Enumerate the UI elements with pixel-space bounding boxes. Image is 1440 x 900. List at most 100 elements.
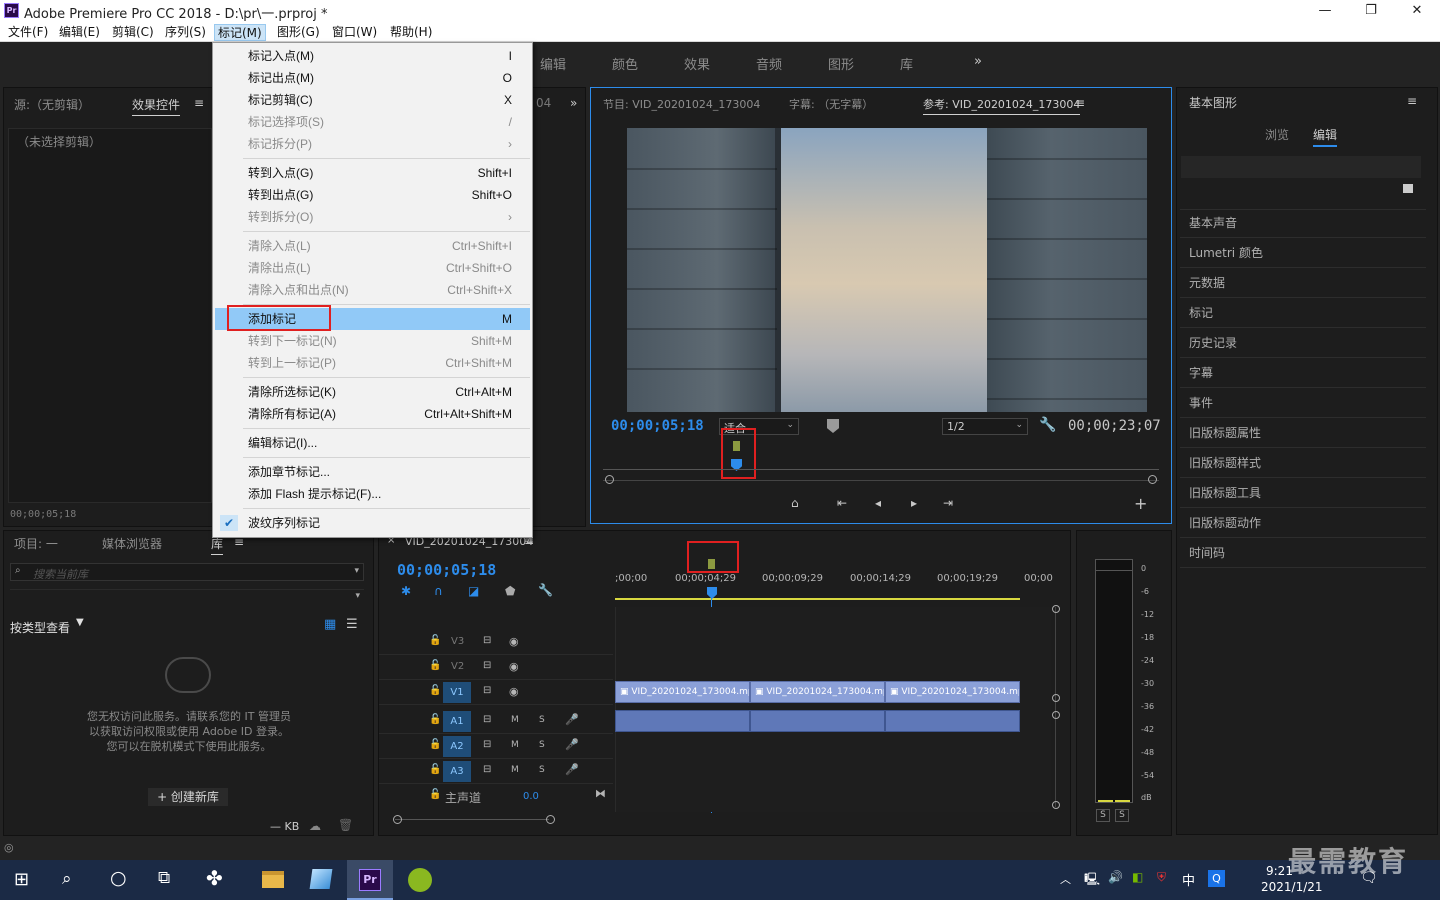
track-label-a2[interactable]: A2 — [443, 736, 471, 757]
tab-browse[interactable]: 浏览 — [1265, 126, 1289, 143]
file-explorer-icon[interactable] — [262, 871, 284, 888]
sync-icon[interactable]: ⊟ — [483, 660, 491, 671]
vertical-scrollbar[interactable] — [1055, 607, 1056, 807]
tab-source[interactable]: 源:（无剪辑） — [14, 96, 90, 113]
audio-clip[interactable] — [750, 710, 885, 732]
cloud-sync-icon[interactable]: ☁ — [309, 819, 321, 833]
menu-item-mark-split[interactable]: 标记拆分(P) › — [215, 133, 530, 155]
audio-clip[interactable] — [885, 710, 1020, 732]
panel-legacy-title-actions[interactable]: 旧版标题动作 — [1189, 514, 1261, 531]
solo-right-button[interactable]: S — [1115, 809, 1129, 822]
scroll-handle-left[interactable] — [605, 475, 614, 484]
menu-item-clear-in-out[interactable]: 清除入点和出点(N) Ctrl+Shift+X — [215, 279, 530, 301]
create-library-button[interactable]: + 创建新库 — [148, 788, 228, 806]
workspace-edit[interactable]: 编辑 — [540, 54, 566, 73]
master-navigate-icon[interactable]: ⧓ — [595, 787, 606, 800]
timeline-marker-icon[interactable]: ⬟ — [505, 584, 515, 598]
pinwheel-app-icon[interactable]: ✤ — [206, 866, 223, 890]
tab-reference[interactable]: 参考: VID_20201024_173004 — [923, 96, 1081, 115]
tab-effect-controls[interactable]: 效果控件 — [132, 96, 181, 116]
scroll-handle[interactable] — [1052, 694, 1060, 702]
workspace-effects[interactable]: 效果 — [684, 54, 710, 73]
volume-icon[interactable]: 🔊 — [1108, 870, 1123, 884]
panel-captions[interactable]: 字幕 — [1189, 364, 1213, 381]
sync-icon[interactable]: ⊟ — [483, 635, 491, 646]
close-button[interactable]: ✕ — [1394, 0, 1440, 22]
solo-button[interactable]: S — [539, 740, 545, 750]
menu-item-add-flash-cue-marker[interactable]: 添加 Flash 提示标记(F)... — [215, 483, 530, 505]
go-to-in-icon[interactable]: ⇤ — [837, 496, 847, 510]
panel-essential-sound[interactable]: 基本声音 — [1189, 214, 1237, 231]
panel-timecode[interactable]: 时间码 — [1189, 544, 1225, 561]
panel-events[interactable]: 事件 — [1189, 394, 1213, 411]
sync-icon[interactable]: ⊟ — [483, 764, 491, 775]
task-view-icon[interactable]: ⧉ — [158, 868, 170, 888]
menu-marker[interactable]: 标记(M) — [214, 24, 266, 41]
menu-item-go-to-in[interactable]: 转到入点(G) Shift+I — [215, 162, 530, 184]
tab-overflow-icon[interactable]: » — [570, 96, 577, 110]
eye-icon[interactable]: ◉ — [509, 660, 519, 673]
menu-sequence[interactable]: 序列(S) — [162, 24, 209, 41]
lock-icon[interactable]: 🔓 — [429, 764, 441, 775]
library-search-input[interactable]: ⌕ 搜索当前库 ▾ — [10, 563, 364, 581]
menu-item-mark-out[interactable]: 标记出点(M) O — [215, 67, 530, 89]
master-value[interactable]: 0.0 — [523, 791, 539, 802]
menu-item-next-marker[interactable]: 转到下一标记(N) Shift+M — [215, 330, 530, 352]
menu-item-go-to-split[interactable]: 转到拆分(O) › — [215, 206, 530, 228]
track-label-a1[interactable]: A1 — [443, 711, 471, 732]
new-layer-icon[interactable] — [1403, 184, 1413, 193]
menu-item-clear-all-markers[interactable]: 清除所有标记(A) Ctrl+Alt+Shift+M — [215, 403, 530, 425]
lock-icon[interactable]: 🔓 — [429, 685, 441, 696]
eye-icon[interactable]: ◉ — [509, 685, 519, 698]
step-back-icon[interactable]: ◂ — [875, 496, 881, 510]
sync-icon[interactable]: ⊟ — [483, 714, 491, 725]
mute-button[interactable]: M — [511, 715, 519, 725]
ime-indicator[interactable]: 中 — [1182, 870, 1195, 889]
menu-edit[interactable]: 编辑(E) — [56, 24, 103, 41]
microphone-icon[interactable]: 🎤 — [565, 763, 579, 776]
linked-selection-icon[interactable]: ◪ — [468, 584, 479, 598]
tab-media-browser[interactable]: 媒体浏览器 — [102, 535, 162, 552]
premiere-taskbar-button[interactable]: Pr — [347, 860, 393, 900]
grid-view-icon[interactable]: ▦ — [324, 617, 336, 632]
program-panel-menu-icon[interactable]: ≡ — [1075, 96, 1085, 110]
scroll-handle-right[interactable] — [1148, 475, 1157, 484]
lock-icon[interactable]: 🔓 — [429, 660, 441, 671]
panel-menu-icon[interactable]: ≡ — [194, 96, 204, 110]
program-scrollbar[interactable] — [603, 480, 1159, 481]
track-label-a3[interactable]: A3 — [443, 761, 471, 782]
workspace-more-icon[interactable]: » — [974, 54, 982, 69]
audio-clip[interactable] — [615, 710, 750, 732]
scroll-handle[interactable] — [1052, 801, 1060, 809]
security-shield-icon[interactable]: ⛨ — [1157, 870, 1166, 885]
workspace-audio[interactable]: 音频 — [756, 54, 782, 73]
menu-item-mark-selection[interactable]: 标记选择项(S) / — [215, 111, 530, 133]
scroll-handle[interactable] — [546, 815, 555, 824]
menu-item-clear-in[interactable]: 清除入点(L) Ctrl+Shift+I — [215, 235, 530, 257]
tray-expand-icon[interactable]: ︿ — [1060, 871, 1071, 887]
cortana-icon[interactable]: ○ — [110, 867, 127, 889]
tab-project[interactable]: 项目: 一 — [14, 535, 58, 552]
panel-metadata[interactable]: 元数据 — [1189, 274, 1225, 291]
menu-item-go-to-out[interactable]: 转到出点(G) Shift+O — [215, 184, 530, 206]
nvidia-icon[interactable]: ◧ — [1132, 870, 1143, 884]
resolution-dropdown[interactable]: 1/2 ⌄ — [942, 418, 1028, 435]
wrench-icon[interactable]: 🔧 — [1039, 417, 1056, 433]
go-to-out-icon[interactable]: ⇥ — [943, 496, 953, 510]
microphone-icon[interactable]: 🎤 — [565, 738, 579, 751]
notepad-icon[interactable] — [309, 869, 333, 889]
scroll-handle[interactable] — [1052, 605, 1060, 613]
menu-help[interactable]: 帮助(H) — [387, 24, 435, 41]
lock-icon[interactable]: 🔓 — [429, 714, 441, 725]
chevron-down-icon[interactable]: ▾ — [354, 566, 359, 576]
horizontal-scrollbar[interactable] — [395, 819, 549, 820]
track-label-v1[interactable]: V1 — [443, 682, 471, 703]
microphone-icon[interactable]: 🎤 — [565, 713, 579, 726]
program-current-timecode[interactable]: 00;00;05;18 — [611, 418, 704, 434]
workspace-color[interactable]: 颜色 — [612, 54, 638, 73]
menu-item-mark-clip[interactable]: 标记剪辑(C) X — [215, 89, 530, 111]
add-marker-icon[interactable] — [827, 419, 839, 433]
green-app-icon[interactable] — [408, 868, 432, 892]
snap-icon[interactable]: ✱ — [401, 584, 411, 598]
qq-icon[interactable]: Q — [1208, 870, 1225, 887]
